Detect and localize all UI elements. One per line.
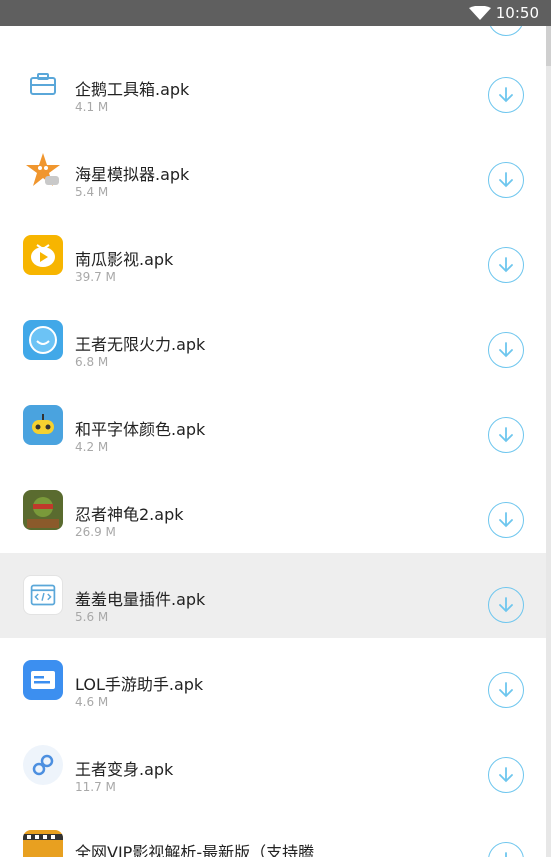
app-size: 5.4 M <box>75 185 109 199</box>
download-button[interactable] <box>488 247 524 283</box>
app-name: 王者变身.apk <box>75 760 174 779</box>
download-button[interactable] <box>488 672 524 708</box>
toolbox-icon <box>23 65 63 105</box>
app-name: 南瓜影视.apk <box>75 250 174 269</box>
download-arrow-icon <box>505 852 507 857</box>
app-size: 6.8 M <box>75 355 109 369</box>
app-name: 王者无限火力.apk <box>75 335 206 354</box>
download-arrow-icon <box>499 342 513 358</box>
download-button[interactable] <box>488 842 524 857</box>
app-name: 羞羞电量插件.apk <box>75 590 206 609</box>
download-arrow-icon <box>499 682 513 698</box>
list-item-selected[interactable]: 羞羞电量插件.apk 5.6 M <box>0 553 546 638</box>
app-size: 11.7 M <box>75 780 116 794</box>
app-size: 4.6 M <box>75 695 109 709</box>
film-icon <box>23 830 63 857</box>
app-name: 企鹅工具箱.apk <box>75 80 190 99</box>
app-name: 全网VIP影视解析-最新版（支持腾 <box>75 843 315 857</box>
clock: 10:50 <box>495 4 539 22</box>
scrollbar-thumb[interactable] <box>546 26 551 66</box>
link-icon <box>23 745 63 785</box>
app-name: 忍者神龟2.apk <box>75 505 184 524</box>
app-size: 5.6 M <box>75 610 109 624</box>
download-button[interactable] <box>488 502 524 538</box>
robot-icon <box>23 405 63 445</box>
list-item[interactable]: LOL手游助手.apk 4.6 M <box>0 638 546 723</box>
list-item[interactable]: 和平字体颜色.apk 4.2 M <box>0 383 546 468</box>
download-arrow-icon <box>499 87 513 103</box>
download-arrow-icon <box>499 172 513 188</box>
download-button[interactable] <box>488 757 524 793</box>
list-item[interactable]: 企鹅工具箱.apk 4.1 M <box>0 43 546 128</box>
list-item[interactable]: 南瓜影视.apk 39.7 M <box>0 213 546 298</box>
app-size: 26.9 M <box>75 525 116 539</box>
download-arrow-icon <box>499 257 513 273</box>
status-bar: 10:50 <box>0 0 551 26</box>
download-button[interactable] <box>488 587 524 623</box>
download-button[interactable] <box>488 77 524 113</box>
list-item[interactable]: 全网VIP影视解析-最新版（支持腾 <box>0 808 546 857</box>
list-item[interactable]: 王者无限火力.apk 6.8 M <box>0 298 546 383</box>
list-item[interactable]: 忍者神龟2.apk 26.9 M <box>0 468 546 553</box>
app-name: 海星模拟器.apk <box>75 165 190 184</box>
scrollbar[interactable] <box>546 26 551 857</box>
code-window-icon <box>23 575 63 615</box>
app-size: 39.7 M <box>75 270 116 284</box>
download-arrow-icon <box>499 597 513 613</box>
starfish-icon <box>23 150 63 190</box>
download-button[interactable] <box>488 162 524 198</box>
play-icon <box>23 235 63 275</box>
download-arrow-icon <box>499 512 513 528</box>
app-name: LOL手游助手.apk <box>75 675 204 694</box>
download-arrow-icon <box>499 767 513 783</box>
list-item[interactable]: 海星模拟器.apk 5.4 M <box>0 128 546 213</box>
smiley-icon <box>23 320 63 360</box>
card-icon <box>23 660 63 700</box>
download-arrow-icon <box>499 427 513 443</box>
download-button[interactable] <box>488 417 524 453</box>
app-size: 4.1 M <box>75 100 109 114</box>
app-size: 4.2 M <box>75 440 109 454</box>
download-button[interactable] <box>488 332 524 368</box>
app-name: 和平字体颜色.apk <box>75 420 206 439</box>
wifi-icon <box>469 6 491 20</box>
list-item[interactable]: 王者变身.apk 11.7 M <box>0 723 546 808</box>
ninja-turtle-icon <box>23 490 63 530</box>
